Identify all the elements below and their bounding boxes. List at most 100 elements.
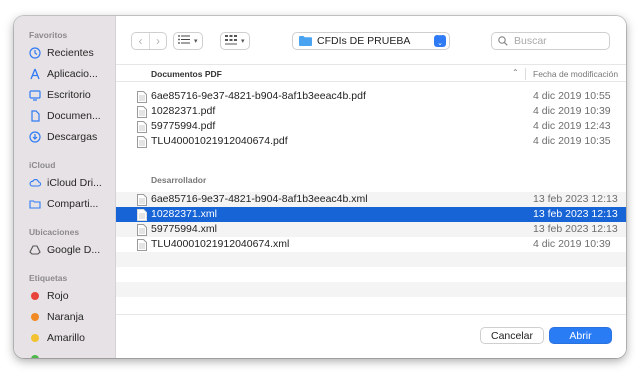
yellow-tag-icon bbox=[31, 334, 39, 342]
column-divider bbox=[525, 68, 526, 80]
sidebar-item-recientes[interactable]: Recientes bbox=[28, 44, 114, 62]
pdf-file-icon bbox=[137, 106, 147, 118]
sidebar-item-label: Descargas bbox=[47, 131, 98, 143]
group-by-button[interactable]: ▾ bbox=[220, 32, 250, 50]
chevron-down-icon: ▾ bbox=[241, 38, 245, 45]
sidebar-section-ubicaciones: Ubicaciones bbox=[29, 227, 80, 237]
grid-view-icon bbox=[225, 34, 237, 48]
xml-file-icon bbox=[137, 194, 147, 206]
sidebar-item-label: Escritorio bbox=[47, 89, 91, 101]
file-row[interactable]: 59775994.pdf 4 dic 2019 12:43 bbox=[116, 119, 626, 134]
empty-row bbox=[116, 252, 626, 267]
toolbar: ‹ › ▾ ▾ CFDIs DE PRUEBA ⌃ ⌄ Buscar bbox=[116, 16, 626, 64]
location-label: CFDIs DE PRUEBA bbox=[317, 35, 411, 47]
pdf-file-icon bbox=[137, 136, 147, 148]
sidebar-section-favoritos: Favoritos bbox=[29, 30, 68, 40]
forward-button[interactable]: › bbox=[149, 33, 166, 49]
orange-tag-icon bbox=[31, 313, 39, 321]
main-panel: ‹ › ▾ ▾ CFDIs DE PRUEBA ⌃ ⌄ Buscar Docum… bbox=[116, 16, 626, 358]
search-icon bbox=[498, 36, 508, 46]
xml-file-icon bbox=[137, 224, 147, 236]
chevron-down-icon: ▾ bbox=[194, 38, 198, 45]
open-file-dialog: Favoritos Recientes Aplicacio... Escrito… bbox=[14, 16, 626, 358]
drive-icon bbox=[28, 243, 42, 257]
document-icon bbox=[28, 109, 42, 123]
shared-folder-icon bbox=[28, 197, 42, 211]
column-header-date[interactable]: Fecha de modificación bbox=[533, 69, 618, 79]
file-date: 4 dic 2019 10:35 bbox=[533, 135, 611, 147]
sidebar-item-tag-partial[interactable] bbox=[28, 350, 114, 358]
file-name: 59775994.pdf bbox=[151, 120, 216, 132]
file-row[interactable]: TLU40001021912040674.pdf 4 dic 2019 10:3… bbox=[116, 134, 626, 149]
empty-row bbox=[116, 282, 626, 297]
green-tag-icon bbox=[31, 355, 39, 358]
file-row-selected[interactable]: 10282371.xml 13 feb 2023 12:13 bbox=[116, 207, 626, 222]
back-button[interactable]: ‹ bbox=[132, 33, 149, 49]
sidebar-section-etiquetas: Etiquetas bbox=[29, 273, 68, 283]
column-header-name[interactable]: Documentos PDF bbox=[151, 69, 222, 79]
file-list: Documentos PDF ⌃ Fecha de modificación 6… bbox=[116, 64, 626, 314]
sidebar-section-icloud: iCloud bbox=[29, 160, 56, 170]
chevron-right-icon: › bbox=[156, 34, 160, 48]
file-date: 13 feb 2023 12:13 bbox=[533, 223, 618, 235]
sidebar-item-label: Google D... bbox=[47, 244, 101, 256]
dialog-footer: Cancelar Abrir bbox=[116, 314, 626, 358]
pdf-file-icon bbox=[137, 121, 147, 133]
sidebar-item-label: Documen... bbox=[47, 110, 101, 122]
file-name: 6ae85716-9e37-4821-b904-8af1b3eeac4b.pdf bbox=[151, 90, 366, 102]
search-placeholder: Buscar bbox=[514, 35, 547, 47]
sidebar-item-label: Amarillo bbox=[47, 332, 85, 344]
file-row[interactable]: 6ae85716-9e37-4821-b904-8af1b3eeac4b.pdf… bbox=[116, 89, 626, 104]
xml-file-icon bbox=[137, 239, 147, 251]
file-date: 4 dic 2019 10:39 bbox=[533, 105, 611, 117]
file-name: 6ae85716-9e37-4821-b904-8af1b3eeac4b.xml bbox=[151, 193, 368, 205]
sidebar-item-label: Naranja bbox=[47, 311, 84, 323]
sidebar-item-label: Aplicacio... bbox=[47, 68, 98, 80]
sidebar-item-icloud-drive[interactable]: iCloud Dri... bbox=[28, 174, 114, 192]
sidebar-item-documentos[interactable]: Documen... bbox=[28, 107, 114, 125]
cloud-icon bbox=[28, 176, 42, 190]
download-icon bbox=[28, 130, 42, 144]
file-date: 4 dic 2019 12:43 bbox=[533, 120, 611, 132]
sidebar: Favoritos Recientes Aplicacio... Escrito… bbox=[14, 16, 116, 358]
updown-chevron-icon: ⌃ ⌄ bbox=[434, 34, 446, 47]
nav-buttons: ‹ › bbox=[131, 32, 167, 50]
folder-icon bbox=[299, 36, 312, 46]
sidebar-item-compartido[interactable]: Comparti... bbox=[28, 195, 114, 213]
file-name: TLU40001021912040674.pdf bbox=[151, 135, 288, 147]
apps-icon bbox=[28, 67, 42, 81]
file-row[interactable]: 59775994.xml 13 feb 2023 12:13 bbox=[116, 222, 626, 237]
sidebar-item-aplicaciones[interactable]: Aplicacio... bbox=[28, 65, 114, 83]
file-date: 4 dic 2019 10:39 bbox=[533, 238, 611, 250]
sidebar-item-google-drive[interactable]: Google D... bbox=[28, 241, 114, 259]
file-row[interactable]: 10282371.pdf 4 dic 2019 10:39 bbox=[116, 104, 626, 119]
file-date: 4 dic 2019 10:55 bbox=[533, 90, 611, 102]
file-row[interactable]: TLU40001021912040674.xml 4 dic 2019 10:3… bbox=[116, 237, 626, 252]
file-name: 10282371.xml bbox=[151, 208, 217, 220]
red-tag-icon bbox=[31, 292, 39, 300]
file-row[interactable]: 6ae85716-9e37-4821-b904-8af1b3eeac4b.xml… bbox=[116, 192, 626, 207]
sidebar-item-label: iCloud Dri... bbox=[47, 177, 102, 189]
clock-icon bbox=[28, 46, 42, 60]
group-label-desarrollador: Desarrollador bbox=[151, 175, 207, 185]
list-view-icon bbox=[178, 35, 190, 47]
sidebar-item-escritorio[interactable]: Escritorio bbox=[28, 86, 114, 104]
column-header: Documentos PDF ⌃ Fecha de modificación bbox=[116, 64, 626, 82]
sidebar-item-tag-amarillo[interactable]: Amarillo bbox=[28, 329, 114, 347]
search-field[interactable]: Buscar bbox=[491, 32, 610, 50]
file-date: 13 feb 2023 12:13 bbox=[533, 193, 618, 205]
location-popup[interactable]: CFDIs DE PRUEBA ⌃ ⌄ bbox=[292, 32, 450, 50]
cancel-button[interactable]: Cancelar bbox=[480, 327, 544, 344]
file-name: 59775994.xml bbox=[151, 223, 217, 235]
open-button[interactable]: Abrir bbox=[549, 327, 612, 344]
sidebar-item-tag-rojo[interactable]: Rojo bbox=[28, 287, 114, 305]
file-date: 13 feb 2023 12:13 bbox=[533, 208, 618, 220]
sidebar-item-label: Comparti... bbox=[47, 198, 99, 210]
chevron-left-icon: ‹ bbox=[138, 34, 143, 48]
desktop-icon bbox=[28, 88, 42, 102]
xml-file-icon bbox=[137, 209, 147, 221]
sidebar-item-descargas[interactable]: Descargas bbox=[28, 128, 114, 146]
sidebar-item-tag-naranja[interactable]: Naranja bbox=[28, 308, 114, 326]
view-mode-button[interactable]: ▾ bbox=[173, 32, 203, 50]
sidebar-item-label: Rojo bbox=[47, 290, 69, 302]
